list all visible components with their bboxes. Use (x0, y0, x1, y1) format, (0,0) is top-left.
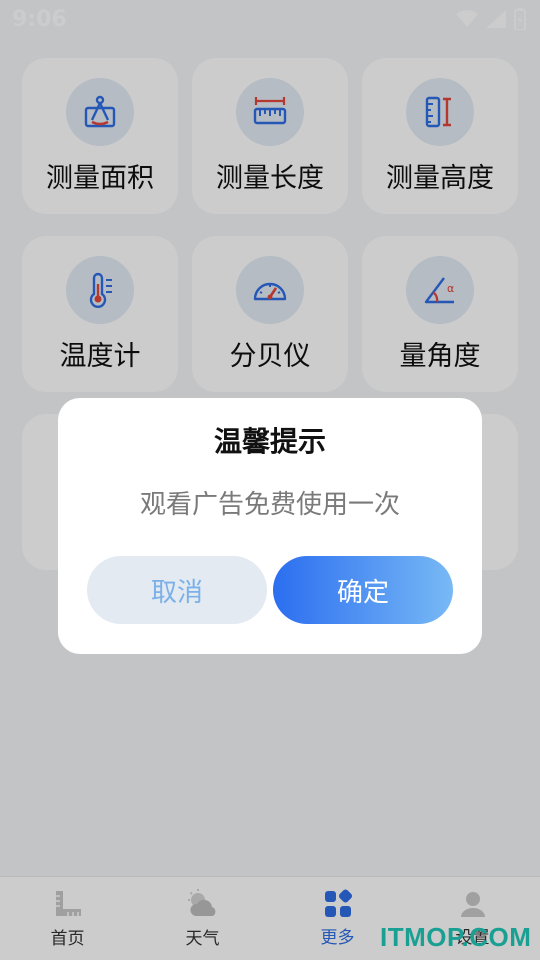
cancel-button[interactable]: 取消 (87, 556, 267, 624)
dialog-title: 温馨提示 (213, 425, 326, 458)
confirm-button[interactable]: 确定 (273, 556, 453, 624)
dialog-message: 观看广告免费使用一次 (139, 490, 400, 520)
reward-ad-dialog: 温馨提示 观看广告免费使用一次 取消 确定 (58, 398, 482, 654)
site-watermark: ITMOP.COM (380, 922, 532, 952)
